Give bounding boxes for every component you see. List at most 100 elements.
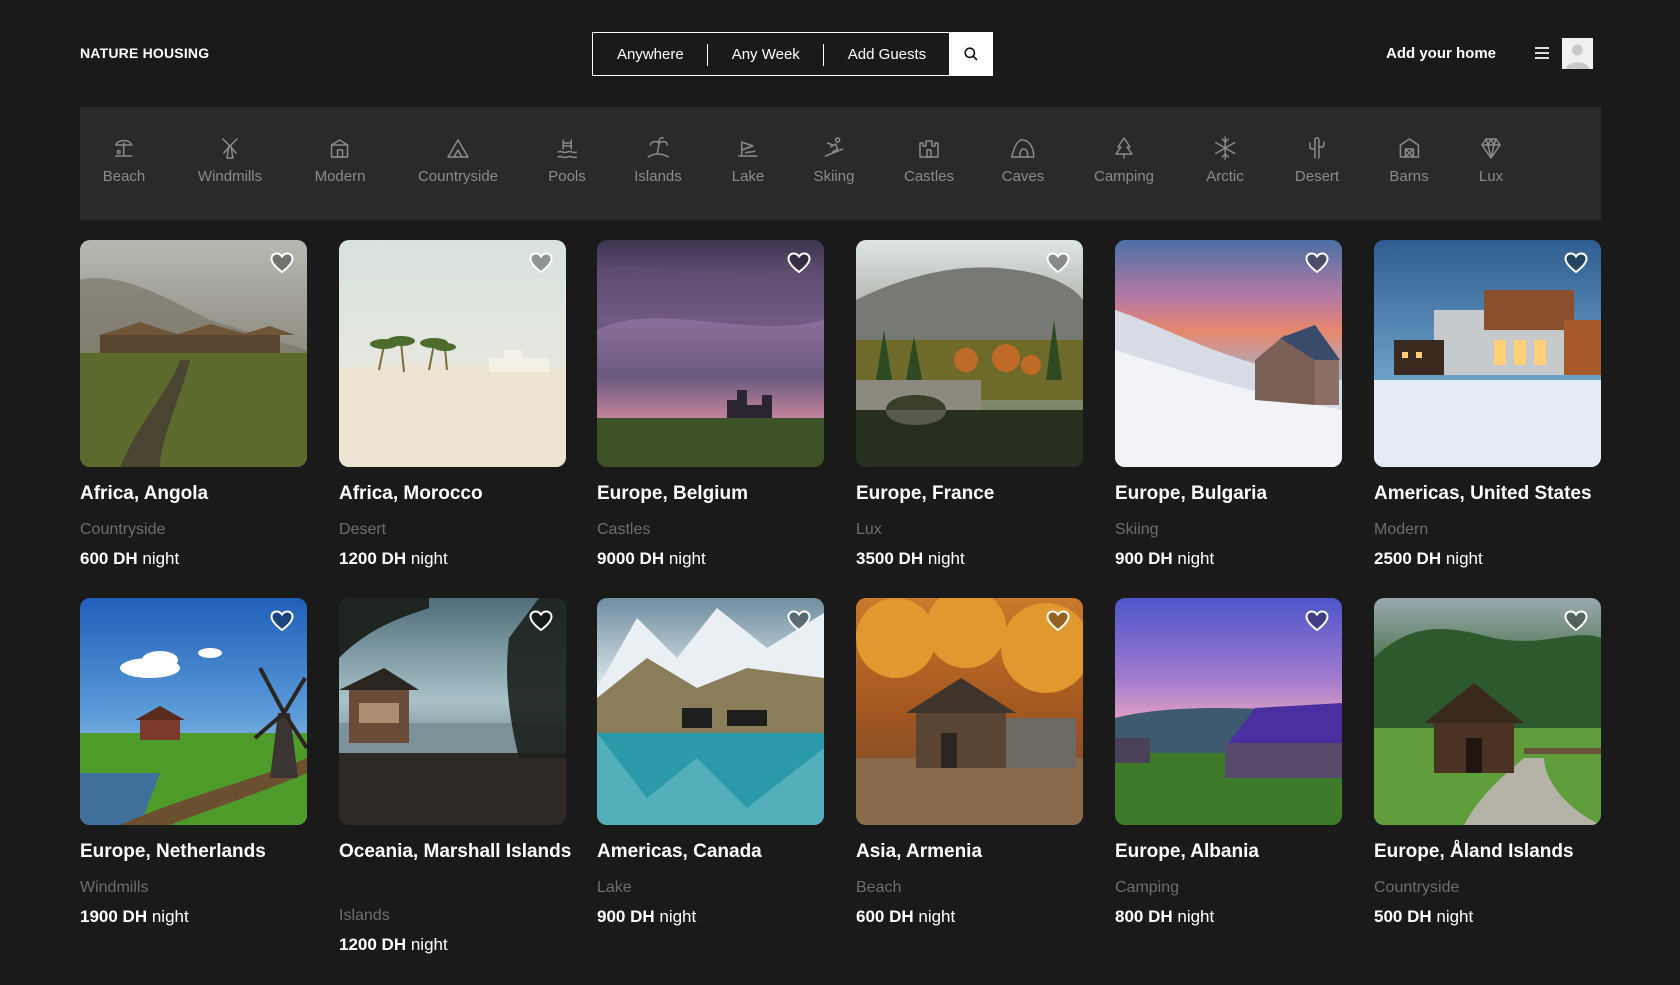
listing-price-unit: night [918, 907, 956, 926]
category-label: Windmills [197, 168, 263, 185]
listing-card[interactable]: Americas, Canada Lake 900 DH night [597, 598, 824, 926]
mountain-icon [447, 139, 469, 158]
category-modern[interactable]: Modern [314, 134, 366, 185]
listing-photo[interactable] [1374, 598, 1601, 825]
listing-photo[interactable] [856, 240, 1083, 467]
listing-title[interactable]: Americas, United States [1374, 480, 1614, 508]
search-bar[interactable]: Anywhere Any Week Add Guests [592, 32, 993, 76]
listing-title[interactable]: Oceania, Marshall Islands [339, 838, 579, 866]
listing-photo[interactable] [1115, 598, 1342, 825]
listing-card[interactable]: Oceania, Marshall Islands Islands 1200 D… [339, 598, 571, 954]
listing-price-unit: night [1436, 907, 1474, 926]
favorite-heart-icon[interactable] [1564, 252, 1588, 274]
listing-photo[interactable] [339, 240, 566, 467]
listing-card[interactable]: Asia, Armenia Beach 600 DH night [856, 598, 1083, 926]
listing-title[interactable]: Europe, France [856, 480, 1096, 508]
listing-title[interactable]: Europe, Belgium [597, 480, 837, 508]
listing-title[interactable]: Americas, Canada [597, 838, 837, 866]
listing-price-row: 1900 DH night [80, 907, 189, 927]
category-caves[interactable]: Caves [1002, 134, 1044, 185]
category-camping[interactable]: Camping [1094, 134, 1154, 185]
listing-title[interactable]: Africa, Morocco [339, 480, 579, 508]
listing-price-row: 800 DH night [1115, 907, 1214, 927]
listing-card[interactable]: Europe, Åland Islands Countryside 500 DH… [1374, 598, 1601, 926]
category-lake[interactable]: Lake [731, 134, 765, 185]
category-skiing[interactable]: Skiing [814, 134, 854, 185]
favorite-heart-icon[interactable] [787, 252, 811, 274]
listing-photo[interactable] [1115, 240, 1342, 467]
search-when-button[interactable]: Any Week [708, 33, 824, 75]
search-where-button[interactable]: Anywhere [593, 33, 708, 75]
listing-price-row: 9000 DH night [597, 549, 706, 569]
favorite-heart-icon[interactable] [270, 252, 294, 274]
site-logo[interactable]: NATURE HOUSING [80, 45, 209, 61]
listing-card[interactable]: Europe, Bulgaria Skiing 900 DH night [1115, 240, 1342, 568]
category-label: Camping [1093, 168, 1155, 185]
category-arctic[interactable]: Arctic [1206, 134, 1244, 185]
category-castles[interactable]: Castles [904, 134, 954, 185]
listing-title[interactable]: Europe, Bulgaria [1115, 480, 1355, 508]
category-lux[interactable]: Lux [1477, 134, 1505, 185]
listing-price: 900 DH [1115, 549, 1173, 568]
favorite-heart-icon[interactable] [529, 252, 553, 274]
category-countryside[interactable]: Countryside [418, 134, 498, 185]
listing-photo[interactable] [597, 240, 824, 467]
listing-price-unit: night [151, 907, 189, 926]
listing-card[interactable]: Europe, France Lux 3500 DH night [856, 240, 1083, 568]
listing-photo[interactable] [856, 598, 1083, 825]
favorite-heart-icon[interactable] [270, 610, 294, 632]
listing-title[interactable]: Europe, Netherlands [80, 838, 320, 866]
listing-title[interactable]: Asia, Armenia [856, 838, 1096, 866]
cactus-icon [1309, 137, 1325, 159]
listing-card[interactable]: Africa, Angola Countryside 600 DH night [80, 240, 307, 568]
favorite-heart-icon[interactable] [1564, 610, 1588, 632]
listing-title[interactable]: Europe, Albania [1115, 838, 1355, 866]
listing-price-unit: night [142, 549, 180, 568]
listing-price: 1900 DH [80, 907, 148, 926]
search-button[interactable] [949, 33, 992, 75]
favorite-heart-icon[interactable] [1305, 252, 1329, 274]
listing-card[interactable]: Europe, Albania Camping 800 DH night [1115, 598, 1342, 926]
category-label: Pools [548, 168, 586, 185]
listing-price-unit: night [1445, 549, 1483, 568]
menu-icon[interactable] [1535, 47, 1549, 59]
listing-category: Lux [856, 521, 882, 538]
listing-title[interactable]: Europe, Åland Islands [1374, 838, 1614, 866]
favorite-heart-icon[interactable] [1305, 610, 1329, 632]
category-barns[interactable]: Barns [1389, 134, 1429, 185]
category-beach[interactable]: Beach [103, 134, 145, 185]
listing-price-row: 1200 DH night [339, 935, 448, 955]
listing-category: Skiing [1115, 521, 1159, 538]
listing-price: 3500 DH [856, 549, 924, 568]
listing-price-row: 500 DH night [1374, 907, 1473, 927]
category-islands[interactable]: Islands [634, 134, 682, 185]
favorite-heart-icon[interactable] [787, 610, 811, 632]
header: NATURE HOUSING Anywhere Any Week Add Gue… [0, 0, 1680, 107]
search-guests-button[interactable]: Add Guests [824, 33, 939, 75]
listing-photo[interactable] [339, 598, 566, 825]
listing-photo[interactable] [597, 598, 824, 825]
category-pools[interactable]: Pools [548, 134, 586, 185]
category-windmills[interactable]: Windmills [198, 134, 262, 185]
listing-price: 800 DH [1115, 907, 1173, 926]
listing-price-row: 900 DH night [597, 907, 696, 927]
listing-card[interactable]: Americas, United States Modern 2500 DH n… [1374, 240, 1601, 568]
listing-photo[interactable] [80, 240, 307, 467]
avatar[interactable] [1562, 38, 1593, 69]
favorite-heart-icon[interactable] [1046, 610, 1070, 632]
listing-title[interactable]: Africa, Angola [80, 480, 320, 508]
favorite-heart-icon[interactable] [529, 610, 553, 632]
category-label: Modern [314, 168, 366, 185]
favorite-heart-icon[interactable] [1046, 252, 1070, 274]
listing-category: Camping [1115, 879, 1180, 896]
category-desert[interactable]: Desert [1295, 134, 1339, 185]
listing-card[interactable]: Europe, Belgium Castles 9000 DH night [597, 240, 824, 568]
listing-price-unit: night [410, 935, 448, 954]
listing-photo[interactable] [80, 598, 307, 825]
listing-card[interactable]: Europe, Netherlands Windmills 1900 DH ni… [80, 598, 307, 926]
listing-photo[interactable] [1374, 240, 1601, 467]
add-your-home-link[interactable]: Add your home [1386, 45, 1496, 62]
category-label: Lake [731, 168, 765, 185]
lake-icon [738, 141, 758, 157]
listing-card[interactable]: Africa, Morocco Desert 1200 DH night [339, 240, 566, 568]
